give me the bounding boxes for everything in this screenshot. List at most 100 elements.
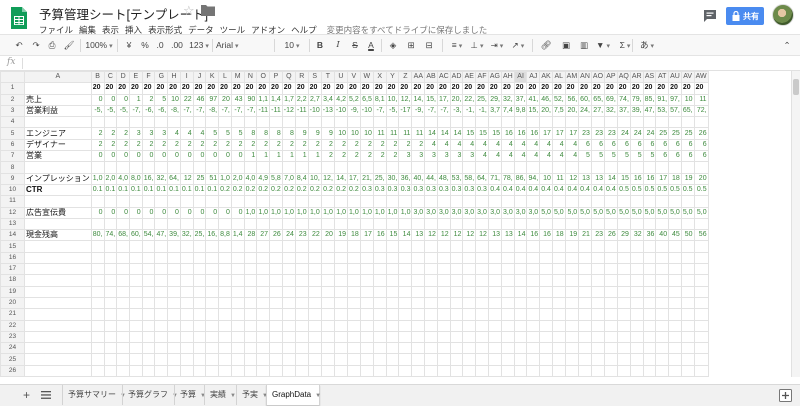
cell[interactable]: 71, — [487, 172, 503, 185]
cell[interactable] — [513, 116, 528, 129]
cell[interactable] — [103, 240, 118, 253]
row-label-cell[interactable] — [24, 296, 92, 310]
column-header[interactable]: Q — [281, 71, 296, 84]
explore-icon[interactable] — [779, 389, 792, 402]
cell[interactable] — [320, 319, 335, 332]
cell[interactable] — [411, 116, 426, 129]
cell[interactable]: 0.4 — [526, 183, 541, 197]
cell[interactable] — [243, 263, 258, 276]
cell[interactable]: 19 — [564, 229, 580, 242]
cell[interactable]: 20 — [398, 82, 413, 95]
cell[interactable] — [128, 263, 143, 276]
cell[interactable]: 2 — [141, 93, 156, 106]
cell[interactable]: 3,0 — [449, 206, 464, 219]
cell[interactable]: 5,8 — [269, 172, 283, 185]
cell[interactable]: 14 — [436, 127, 451, 140]
cell[interactable] — [564, 251, 580, 265]
cell[interactable] — [655, 364, 670, 377]
cell[interactable] — [128, 308, 143, 321]
row-label-cell[interactable] — [24, 82, 92, 95]
cell[interactable] — [230, 319, 245, 332]
cell[interactable]: 2 — [90, 127, 105, 140]
cell[interactable] — [501, 251, 515, 265]
cell[interactable]: -1, — [462, 104, 477, 118]
cell[interactable] — [256, 251, 271, 265]
cell[interactable]: 47, — [642, 104, 657, 118]
cell[interactable] — [487, 274, 503, 287]
cell[interactable] — [116, 274, 130, 287]
row-label-cell[interactable] — [24, 195, 92, 208]
cell[interactable] — [564, 274, 580, 287]
cell[interactable]: 1,0 — [347, 206, 361, 219]
cell[interactable] — [564, 296, 580, 310]
column-header[interactable]: J — [192, 71, 207, 84]
cell[interactable]: 8,0 — [128, 172, 143, 185]
cell[interactable] — [680, 195, 695, 208]
column-header[interactable]: AW — [693, 71, 709, 84]
cell[interactable]: 5,0 — [680, 206, 695, 219]
cell[interactable] — [230, 285, 245, 298]
cell[interactable] — [179, 251, 194, 265]
cell[interactable] — [655, 251, 670, 265]
cell[interactable]: 17, — [436, 93, 451, 106]
cell[interactable]: -10 — [307, 104, 322, 118]
cell[interactable]: 20 — [256, 82, 271, 95]
cell[interactable] — [680, 364, 695, 377]
cell[interactable] — [90, 296, 105, 310]
cell[interactable]: 20 — [192, 82, 207, 95]
cell[interactable] — [256, 319, 271, 332]
cell[interactable] — [179, 296, 194, 310]
cell[interactable] — [103, 319, 118, 332]
collapse-toolbar-icon[interactable]: ⌃ — [780, 38, 794, 53]
cell[interactable] — [501, 330, 515, 344]
currency-format-button[interactable]: ¥ — [123, 38, 135, 53]
cell[interactable]: 24 — [281, 229, 296, 242]
cell[interactable] — [230, 195, 245, 208]
cell[interactable] — [141, 263, 156, 276]
cell[interactable] — [449, 161, 464, 174]
cell[interactable]: 2 — [230, 138, 245, 152]
cell[interactable] — [655, 240, 670, 253]
cell[interactable]: 12 — [475, 229, 489, 242]
cell[interactable] — [501, 217, 515, 231]
cell[interactable] — [436, 353, 451, 366]
cell[interactable] — [449, 285, 464, 298]
cell[interactable] — [347, 240, 361, 253]
cell[interactable]: 3 — [154, 127, 169, 140]
row-label-cell[interactable] — [24, 240, 92, 253]
cell[interactable] — [501, 342, 515, 355]
row-header[interactable]: 26 — [0, 364, 25, 377]
cell[interactable]: 2 — [116, 127, 130, 140]
cell[interactable] — [616, 274, 631, 287]
cell[interactable] — [436, 342, 451, 355]
cell[interactable]: 80, — [90, 229, 105, 242]
cell[interactable] — [269, 217, 283, 231]
cell[interactable] — [372, 353, 387, 366]
cell[interactable] — [218, 251, 232, 265]
cell[interactable]: 0.4 — [513, 183, 528, 197]
cell[interactable] — [642, 330, 657, 344]
cell[interactable]: 6,5 — [359, 93, 374, 106]
cell[interactable] — [526, 308, 541, 321]
cell[interactable] — [256, 285, 271, 298]
cell[interactable]: 0.2 — [256, 183, 271, 197]
cell[interactable] — [398, 274, 413, 287]
cell[interactable]: 20 — [462, 82, 477, 95]
row-header[interactable]: 6 — [0, 138, 25, 152]
cell[interactable]: 14, — [333, 172, 349, 185]
cell[interactable] — [192, 285, 207, 298]
cell[interactable] — [128, 195, 143, 208]
cell[interactable] — [333, 116, 349, 129]
cell[interactable] — [294, 240, 309, 253]
cell[interactable]: 11 — [385, 127, 400, 140]
cell[interactable]: 0.4 — [551, 183, 566, 197]
cell[interactable] — [141, 296, 156, 310]
cell[interactable] — [205, 263, 220, 276]
cell[interactable]: 8 — [243, 127, 258, 140]
cell[interactable] — [487, 263, 503, 276]
cell[interactable] — [475, 353, 489, 366]
cell[interactable] — [693, 274, 709, 287]
row-label-cell[interactable]: 営業利益 — [24, 104, 92, 118]
cell[interactable] — [167, 285, 181, 298]
cell[interactable]: 29, — [487, 93, 503, 106]
